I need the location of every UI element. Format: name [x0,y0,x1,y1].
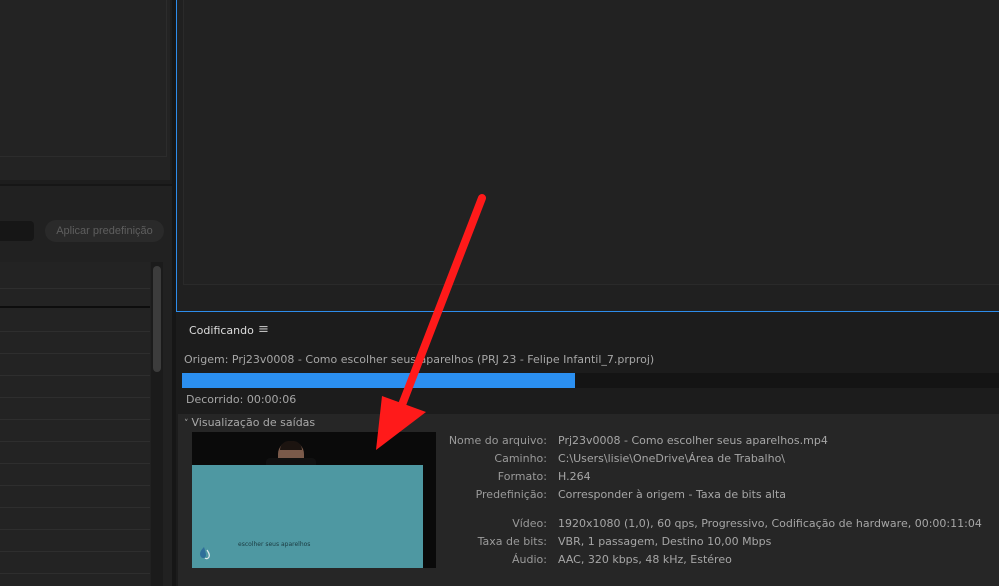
filename-value: Prj23v0008 - Como escolher seus aparelho… [558,434,828,447]
list-row-divider [0,507,150,508]
format-value: H.264 [558,470,591,483]
list-row-divider [0,529,150,530]
list-row-divider [0,551,150,552]
path-value: C:\Users\lisie\OneDrive\Área de Trabalho… [558,452,786,465]
bitrate-value: VBR, 1 passagem, Destino 10,00 Mbps [558,535,772,548]
preset-label: Predefinição: [475,488,547,501]
annotation-arrow-icon [376,194,486,450]
list-row-divider [0,353,150,354]
chevron-down-icon: ˅ [184,419,189,429]
bitrate-label: Taxa de bits: [477,535,547,548]
list-row-divider [0,463,150,464]
preset-search-input[interactable] [0,221,34,241]
preset-list-scroll-thumb[interactable] [153,266,161,372]
thumbnail-caption: escolher seus aparelhos [238,541,311,548]
thumbnail-person-hair [280,441,302,450]
list-row-divider [0,375,150,376]
preset-value: Corresponder à origem - Taxa de bits alt… [558,488,787,501]
video-label: Vídeo: [512,517,547,530]
list-header-divider [0,306,150,308]
list-row-divider [0,288,150,289]
elapsed-time: Decorrido: 00:00:06 [186,393,297,406]
audio-value: AAC, 320 kbps, 48 kHz, Estéreo [558,553,732,566]
tab-encoding[interactable]: Codificando [189,324,254,337]
output-preview-label: Visualização de saídas [191,416,316,429]
queue-panel-content [183,0,999,285]
list-row-divider [0,397,150,398]
format-label: Formato: [497,470,547,483]
video-value: 1920x1080 (1,0), 60 qps, Progressivo, Co… [558,517,982,530]
left-top-panel-frame [0,0,167,157]
list-row-divider [0,419,150,420]
list-row-divider [0,441,150,442]
audio-label: Áudio: [512,553,547,566]
list-row-divider [0,331,150,332]
apply-preset-button[interactable]: Aplicar predefinição [45,220,164,242]
preset-list[interactable] [0,262,150,586]
hamburger-menu-icon[interactable]: ≡ [258,322,269,337]
list-row-divider [0,485,150,486]
thumbnail-logo-icon [200,547,210,560]
output-preview-toggle[interactable]: ˅ Visualização de saídas [184,416,315,429]
list-row-divider [0,573,150,574]
